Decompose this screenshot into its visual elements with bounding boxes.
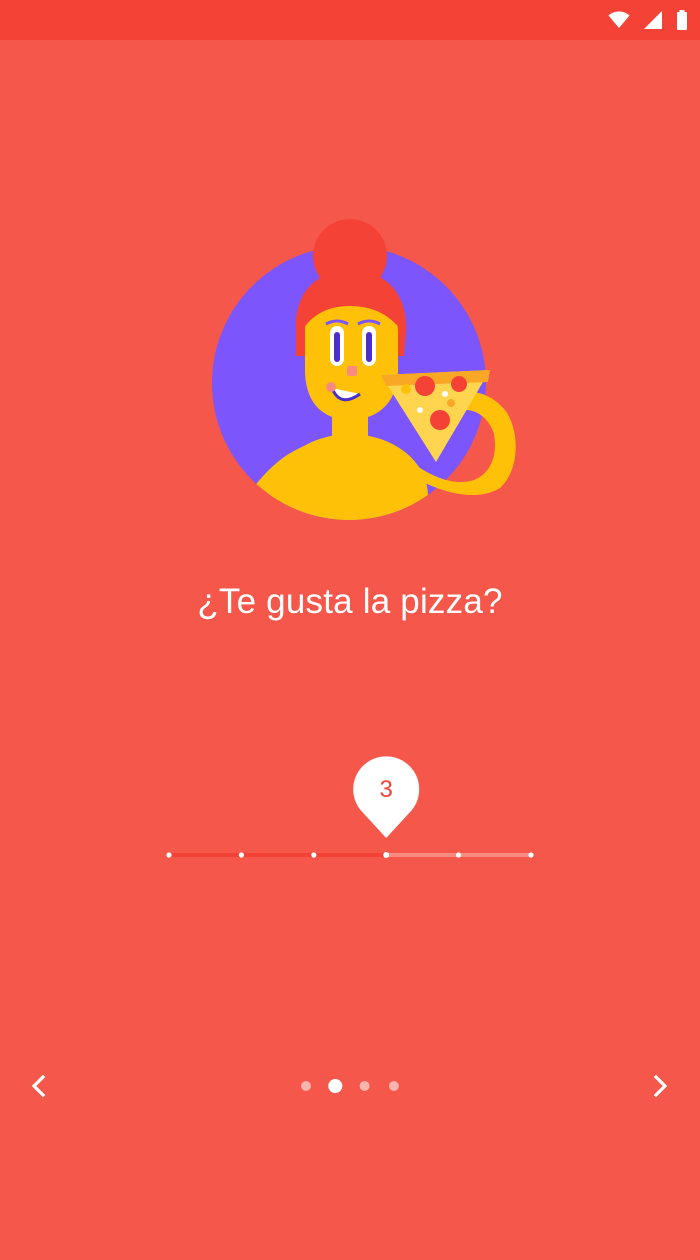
rating-slider-track[interactable] <box>0 740 700 880</box>
battery-icon <box>676 10 688 30</box>
cell-signal-icon <box>644 11 662 29</box>
slider-tick <box>238 852 244 858</box>
slider-tick <box>166 852 172 858</box>
page-dot <box>359 1081 370 1091</box>
page-dot <box>388 1081 399 1091</box>
page-dot <box>301 1081 311 1091</box>
next-button[interactable] <box>641 1066 681 1106</box>
slider-tick <box>456 852 462 858</box>
woman-eating-pizza-illustration <box>200 212 530 532</box>
status-bar <box>0 0 700 40</box>
page-dot-active <box>328 1079 343 1093</box>
slider-thumb <box>383 852 390 858</box>
wifi-icon <box>608 11 630 29</box>
chevron-right-icon <box>653 1074 668 1098</box>
rating-slider[interactable]: 3 <box>0 740 700 880</box>
page-indicator <box>296 1076 406 1096</box>
question-text: ¿Te gusta la pizza? <box>197 582 503 621</box>
slider-value-label: 3 <box>379 776 393 803</box>
slider-tick <box>528 852 534 858</box>
previous-button[interactable] <box>18 1066 58 1106</box>
chevron-left-icon <box>31 1074 46 1098</box>
slider-tick <box>311 852 317 858</box>
